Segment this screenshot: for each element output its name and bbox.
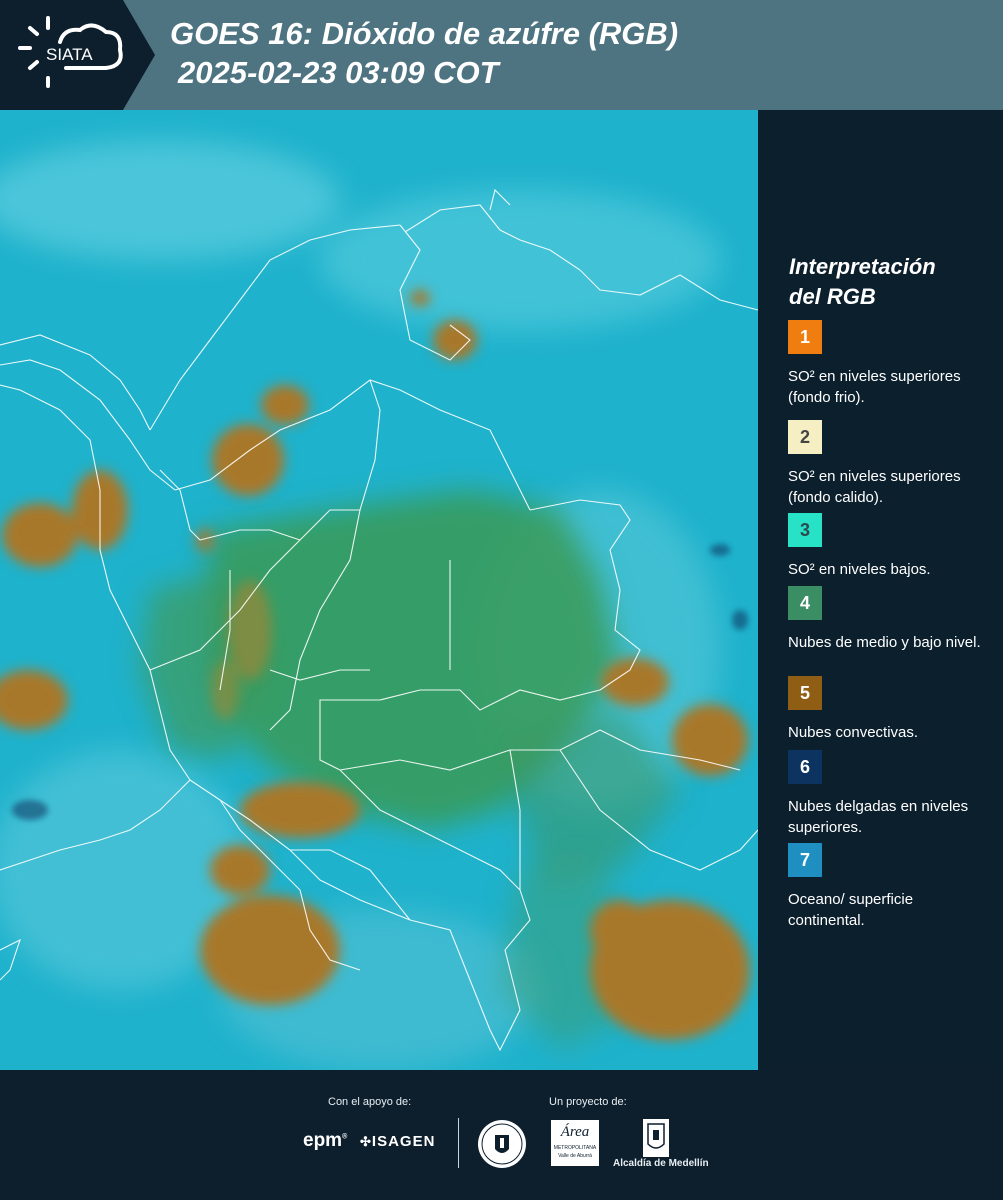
medellin-seal-icon	[478, 1120, 526, 1168]
area-logo-title: Área	[560, 1124, 590, 1140]
legend-item-1: 1 SO² en niveles superiores (fondo frio)…	[788, 320, 993, 408]
legend-swatch-6: 6	[788, 750, 822, 784]
legend-number-2: 2	[799, 426, 810, 447]
isagen-logo: ✣ISAGEN	[360, 1133, 435, 1150]
legend-text-2: SO² en niveles superiores (fondo calido)…	[788, 468, 961, 506]
epm-logo: epm®	[303, 1130, 348, 1151]
legend-text-4: Nubes de medio y bajo nivel.	[788, 634, 981, 651]
legend-text-5: Nubes convectivas.	[788, 724, 919, 741]
legend-text-1: SO² en niveles superiores (fondo frio).	[788, 368, 961, 406]
legend-swatch-5: 5	[788, 676, 822, 710]
area-logo-subtitle-2: Valle de Aburrá	[558, 1153, 592, 1159]
legend-swatch-4: 4	[788, 586, 822, 620]
support-label: Con el apoyo de:	[328, 1096, 412, 1108]
legend-swatch-7: 7	[788, 843, 822, 877]
legend-item-2: 2 SO² en niveles superiores (fondo calid…	[788, 420, 993, 508]
logo-text: SIATA	[46, 45, 93, 64]
project-label: Un proyecto de:	[549, 1096, 627, 1108]
header: SIATA GOES 16: Dióxido de azúfre (RGB) 2…	[0, 0, 1003, 110]
legend-swatch-2: 2	[788, 420, 822, 454]
page-title: GOES 16: Dióxido de azúfre (RGB)	[170, 16, 679, 51]
legend-number-5: 5	[799, 682, 810, 703]
legend-panel: Interpretación del RGB 1 SO² en niveles …	[758, 110, 1003, 1070]
legend-item-4: 4 Nubes de medio y bajo nivel.	[788, 586, 993, 653]
legend-text-3: SO² en niveles bajos.	[788, 561, 931, 578]
legend-item-5: 5 Nubes convectivas.	[788, 676, 993, 743]
legend-text-6: Nubes delgadas en niveles superiores.	[788, 798, 969, 836]
legend-text-7: Oceano/ superficie continental.	[788, 891, 914, 929]
legend-title-line2: del RGB	[789, 284, 876, 309]
isagen-mark-icon: ✣	[360, 1134, 372, 1149]
area-logo-subtitle: METROPOLITANA	[553, 1145, 597, 1151]
legend-swatch-1: 1	[788, 320, 822, 354]
alcaldia-label: Alcaldía de Medellín	[613, 1158, 709, 1169]
footer-divider	[458, 1118, 459, 1168]
legend-number-1: 1	[799, 326, 810, 347]
legend-item-6: 6 Nubes delgadas en niveles superiores.	[788, 750, 993, 838]
alcaldia-shield-icon	[643, 1119, 669, 1157]
area-metropolitana-logo: Área METROPOLITANA Valle de Aburrá	[551, 1120, 599, 1166]
epm-logo-text: epm	[303, 1130, 343, 1151]
legend-item-7: 7 Oceano/ superficie continental.	[788, 843, 993, 931]
legend-number-6: 6	[799, 756, 810, 777]
legend-item-3: 3 SO² en niveles bajos.	[788, 513, 993, 580]
legend-number-4: 4	[799, 592, 810, 613]
legend-title-line1: Interpretación	[789, 254, 936, 279]
footer: Con el apoyo de: Un proyecto de: epm® ✣I…	[0, 1070, 1003, 1200]
legend-number-7: 7	[799, 849, 810, 870]
isagen-logo-text: ISAGEN	[371, 1133, 436, 1150]
page-timestamp: 2025-02-23 03:09 COT	[178, 55, 499, 90]
satellite-image	[0, 110, 758, 1070]
satellite-map	[0, 110, 758, 1070]
legend-title: Interpretación del RGB	[789, 252, 989, 312]
legend-swatch-3: 3	[788, 513, 822, 547]
legend-number-3: 3	[799, 519, 810, 540]
